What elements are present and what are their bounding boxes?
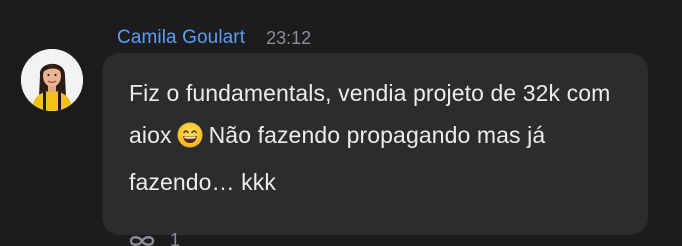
avatar[interactable] — [21, 49, 83, 111]
grinning-face-emoji-icon — [177, 119, 203, 161]
sender-name[interactable]: Camila Goulart — [117, 27, 245, 49]
infinity-icon — [129, 235, 155, 246]
chat-message: Camila Goulart 23:12 Fiz o fundamentals,… — [0, 0, 682, 246]
message-bubble[interactable]: Fiz o fundamentals, vendia projeto de 32… — [102, 53, 648, 235]
message-header: Camila Goulart 23:12 — [117, 24, 311, 52]
message-timestamp: 23:12 — [266, 27, 312, 48]
reaction-count: 1 — [170, 230, 181, 246]
message-text: Fiz o fundamentals, vendia projeto de 32… — [129, 72, 622, 203]
avatar-image — [21, 49, 83, 111]
reaction-bar[interactable]: 1 — [128, 230, 180, 246]
